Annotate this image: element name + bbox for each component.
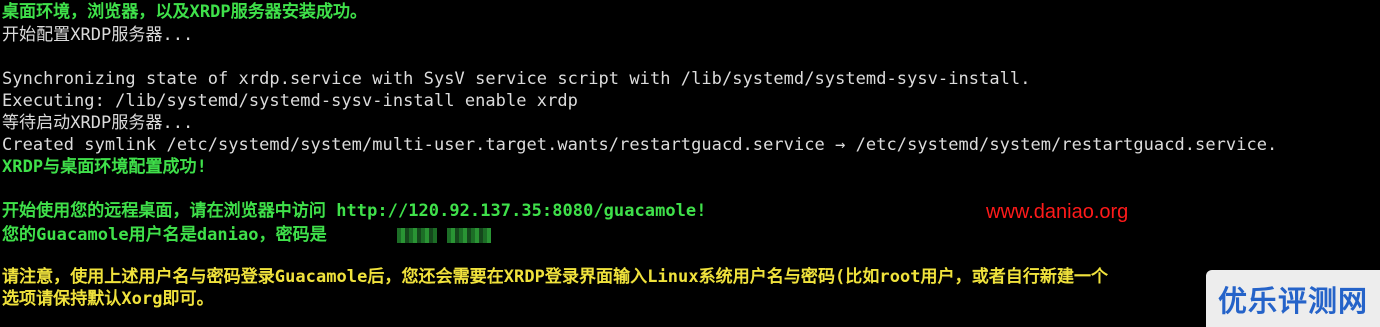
install-success-line: 桌面环境，浏览器，以及XRDP服务器安装成功。 [2,2,368,22]
executing-line: Executing: /lib/systemd/systemd-sysv-ins… [2,91,578,111]
notice-continued-line: 选项请保持默认Xorg即可。 [2,289,214,309]
configure-xrdp-line: 开始配置XRDP服务器... [2,25,194,45]
logo-text: 优乐评测网 [1217,283,1368,318]
masked-password [397,228,437,243]
brand-logo: 优乐评测网 [1206,270,1380,327]
credentials-line: 您的Guacamole用户名是daniao，密码是 [2,225,327,245]
sync-state-line: Synchronizing state of xrdp.service with… [2,69,1031,89]
notice-line: 请注意，使用上述用户名与密码登录Guacamole后，您还会需要在XRDP登录界… [2,267,1109,287]
masked-password [447,228,491,243]
symlink-line: Created symlink /etc/systemd/system/mult… [2,135,1278,155]
waiting-xrdp-line: 等待启动XRDP服务器... [2,113,194,133]
access-url-line: 开始使用您的远程桌面，请在浏览器中访问 http://120.92.137.35… [2,201,707,221]
terminal-output[interactable]: 桌面环境，浏览器，以及XRDP服务器安装成功。 开始配置XRDP服务器... S… [0,0,1380,327]
config-success-line: XRDP与桌面环境配置成功! [2,157,207,177]
site-watermark: www.daniao.org [986,201,1129,223]
